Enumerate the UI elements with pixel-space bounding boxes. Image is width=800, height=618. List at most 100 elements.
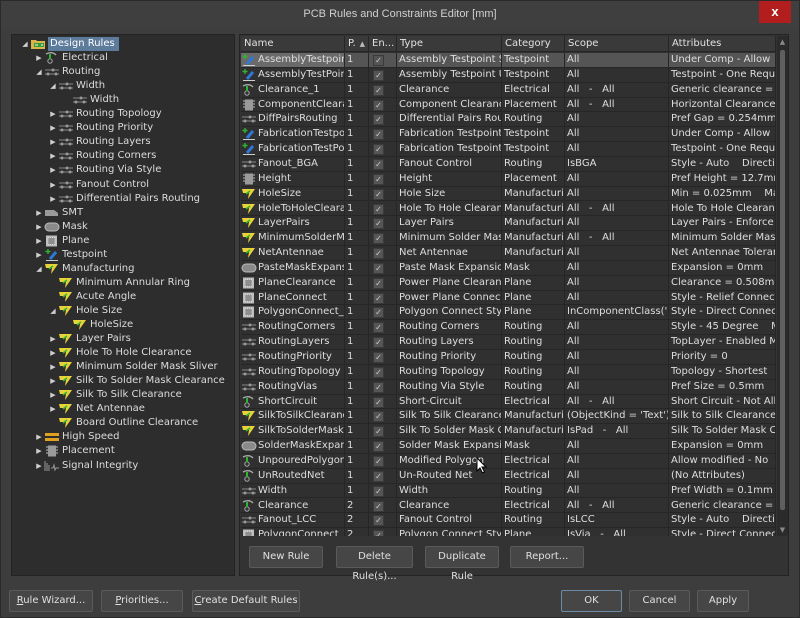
tree-item-width[interactable]: ◢ Width bbox=[48, 79, 105, 93]
column-header-attributes[interactable]: Attributes bbox=[669, 36, 776, 52]
enabled-checkbox[interactable]: ✓ bbox=[369, 453, 397, 468]
tree-item-routing-layers[interactable]: ▶ Routing Layers bbox=[48, 135, 150, 149]
expand-arrow-icon[interactable]: ▶ bbox=[48, 388, 58, 402]
collapse-arrow-icon[interactable]: ◢ bbox=[20, 37, 30, 51]
enabled-checkbox[interactable]: ✓ bbox=[369, 513, 397, 528]
checkmark-icon[interactable]: ✓ bbox=[373, 307, 384, 319]
expand-arrow-icon[interactable]: ▶ bbox=[34, 459, 44, 473]
rule-row[interactable]: PolygonConnect_PC1 ✓ Polygon Connect Style… bbox=[241, 305, 776, 321]
checkmark-icon[interactable]: ✓ bbox=[373, 173, 384, 185]
checkmark-icon[interactable]: ✓ bbox=[373, 426, 384, 438]
rule-row[interactable]: AssemblyTestpoint1 ✓ Assembly Testpoint St… bbox=[241, 53, 776, 68]
checkmark-icon[interactable]: ✓ bbox=[373, 381, 384, 393]
rule-wizard-button[interactable]: Rule Wizard... bbox=[9, 590, 93, 612]
enabled-checkbox[interactable]: ✓ bbox=[369, 112, 397, 127]
column-header-scope[interactable]: Scope bbox=[565, 36, 669, 52]
checkmark-icon[interactable]: ✓ bbox=[373, 441, 384, 453]
checkmark-icon[interactable]: ✓ bbox=[373, 500, 384, 512]
tree-item-manufacturing[interactable]: ◢ Manufacturing bbox=[34, 262, 134, 276]
checkmark-icon[interactable]: ✓ bbox=[373, 292, 384, 304]
rule-row[interactable]: FabricationTestpoin 1 ✓ Fabrication Testpoi… bbox=[241, 127, 776, 143]
expand-arrow-icon[interactable]: ▶ bbox=[34, 444, 44, 458]
checkmark-icon[interactable]: ✓ bbox=[373, 485, 384, 497]
tree-item-routing-topology[interactable]: ▶ Routing Topology bbox=[48, 107, 161, 121]
expand-arrow-icon[interactable]: ▶ bbox=[48, 346, 58, 360]
rule-row[interactable]: PolygonConnect_VL2 ✓ Polygon Connect Style… bbox=[241, 528, 776, 536]
rules-tree[interactable]: ◢ Design Rules ▶ Electrical ◢ Routing ◢ Width Wi… bbox=[11, 34, 235, 576]
enabled-checkbox[interactable]: ✓ bbox=[369, 186, 397, 201]
checkmark-icon[interactable]: ✓ bbox=[373, 114, 384, 126]
tree-item-placement[interactable]: ▶ Placement bbox=[34, 444, 115, 458]
enabled-checkbox[interactable]: ✓ bbox=[369, 260, 397, 275]
tree-item-net-antennae[interactable]: ▶ Net Antennae bbox=[48, 402, 145, 416]
expand-arrow-icon[interactable]: ▶ bbox=[48, 192, 58, 206]
expand-arrow-icon[interactable]: ▶ bbox=[34, 248, 44, 262]
enabled-checkbox[interactable]: ✓ bbox=[369, 528, 397, 536]
priorities-button[interactable]: Priorities... bbox=[101, 590, 183, 612]
rule-row[interactable]: DiffPairsRouting 1 ✓ Differential Pairs Rou… bbox=[241, 112, 776, 128]
checkmark-icon[interactable]: ✓ bbox=[373, 99, 384, 111]
tree-item-routing[interactable]: ◢ Routing bbox=[34, 65, 100, 79]
tree-item-silk-to-silk-clearance[interactable]: ▶ Silk To Silk Clearance bbox=[48, 388, 182, 402]
rule-row[interactable]: PlaneClearance 1 ✓ Power Plane Clearance Pla… bbox=[241, 275, 776, 291]
enabled-checkbox[interactable]: ✓ bbox=[369, 53, 397, 67]
enabled-checkbox[interactable]: ✓ bbox=[369, 231, 397, 246]
create-default-rules-button[interactable]: Create Default Rules bbox=[192, 590, 300, 612]
column-header-type[interactable]: Type bbox=[397, 36, 502, 52]
checkmark-icon[interactable]: ✓ bbox=[373, 69, 384, 81]
checkmark-icon[interactable]: ✓ bbox=[373, 84, 384, 96]
scroll-down-arrow-icon[interactable]: ▼ bbox=[777, 524, 788, 536]
enabled-checkbox[interactable]: ✓ bbox=[369, 379, 397, 394]
checkmark-icon[interactable]: ✓ bbox=[373, 218, 384, 230]
expand-arrow-icon[interactable]: ▶ bbox=[48, 374, 58, 388]
column-header-priority[interactable]: P. ▲ bbox=[345, 36, 369, 52]
rule-row[interactable]: PasteMaskExpansio1 ✓ Paste Mask ExpansionM… bbox=[241, 260, 776, 276]
tree-item-high-speed[interactable]: ▶ High Speed bbox=[34, 430, 119, 444]
cancel-button[interactable]: Cancel bbox=[629, 590, 690, 612]
report-button[interactable]: Report... bbox=[510, 546, 584, 568]
rule-row[interactable]: Clearance_1 1 ✓ Clearance Electrical All - Al… bbox=[241, 82, 776, 98]
apply-button[interactable]: Apply bbox=[697, 590, 749, 612]
tree-item-routing-priority[interactable]: ▶ Routing Priority bbox=[48, 121, 153, 135]
checkmark-icon[interactable]: ✓ bbox=[373, 158, 384, 170]
rule-row[interactable]: SilkToSilkClearance_1 ✓ Silk To Silk Clear… bbox=[241, 409, 776, 425]
rule-row[interactable]: UnpouredPolygon 1 ✓ Modified Polygon Electri… bbox=[241, 453, 776, 469]
rule-row[interactable]: NetAntennae 1 ✓ Net Antennae Manufacturin All… bbox=[241, 246, 776, 261]
expand-arrow-icon[interactable]: ▶ bbox=[34, 51, 44, 65]
enabled-checkbox[interactable]: ✓ bbox=[369, 275, 397, 290]
expand-arrow-icon[interactable]: ▶ bbox=[48, 107, 58, 121]
rule-row[interactable]: Clearance 2 ✓ Clearance Electrical All - All G… bbox=[241, 498, 776, 514]
ok-button[interactable]: OK bbox=[561, 590, 622, 612]
expand-arrow-icon[interactable]: ▶ bbox=[48, 332, 58, 346]
rule-row[interactable]: HoleSize 1 ✓ Hole Size Manufacturin All Min = … bbox=[241, 186, 776, 202]
rule-row[interactable]: ComponentClearan1 ✓ Component ClearancePla… bbox=[241, 97, 776, 113]
checkmark-icon[interactable]: ✓ bbox=[373, 144, 384, 156]
expand-arrow-icon[interactable]: ▶ bbox=[48, 178, 58, 192]
rule-row[interactable]: RoutingTopology 1 ✓ Routing Topology Routing… bbox=[241, 364, 776, 380]
enabled-checkbox[interactable]: ✓ bbox=[369, 320, 397, 335]
rule-row[interactable]: RoutingPriority 1 ✓ Routing Priority Routing… bbox=[241, 350, 776, 365]
rule-row[interactable]: Fanout_LCC 2 ✓ Fanout Control Routing IsLCC St… bbox=[241, 513, 776, 529]
checkmark-icon[interactable]: ✓ bbox=[373, 396, 384, 408]
enabled-checkbox[interactable]: ✓ bbox=[369, 156, 397, 171]
checkmark-icon[interactable]: ✓ bbox=[373, 455, 384, 467]
enabled-checkbox[interactable]: ✓ bbox=[369, 246, 397, 261]
tree-item-plane[interactable]: ▶ Plane bbox=[34, 234, 89, 248]
tree-item-testpoint[interactable]: ▶ Testpoint bbox=[34, 248, 107, 262]
tree-item-fanout-control[interactable]: ▶ Fanout Control bbox=[48, 178, 149, 192]
enabled-checkbox[interactable]: ✓ bbox=[369, 498, 397, 513]
tree-item-holesize[interactable]: HoleSize bbox=[62, 318, 133, 332]
rule-row[interactable]: MinimumSolderMas1✓Minimum Solder MaskMan… bbox=[241, 231, 776, 247]
checkmark-icon[interactable]: ✓ bbox=[373, 55, 384, 66]
expand-arrow-icon[interactable]: ▶ bbox=[48, 402, 58, 416]
tree-item-board-outline-clearance[interactable]: Board Outline Clearance bbox=[48, 416, 198, 430]
enabled-checkbox[interactable]: ✓ bbox=[369, 127, 397, 142]
tree-item-differential-pairs-routing[interactable]: ▶ Differential Pairs Routing bbox=[48, 192, 200, 206]
title-bar[interactable]: PCB Rules and Constraints Editor [mm] x bbox=[1, 1, 799, 29]
tree-item-hole-to-hole-clearance[interactable]: ▶ Hole To Hole Clearance bbox=[48, 346, 191, 360]
rule-row[interactable]: HoleToHoleClearanc1 ✓ Hole To Hole Clearan… bbox=[241, 201, 776, 217]
expand-arrow-icon[interactable]: ▶ bbox=[48, 163, 58, 177]
checkmark-icon[interactable]: ✓ bbox=[373, 352, 384, 363]
tree-item-smt[interactable]: ▶ SMT bbox=[34, 206, 83, 220]
collapse-arrow-icon[interactable]: ◢ bbox=[48, 304, 58, 318]
